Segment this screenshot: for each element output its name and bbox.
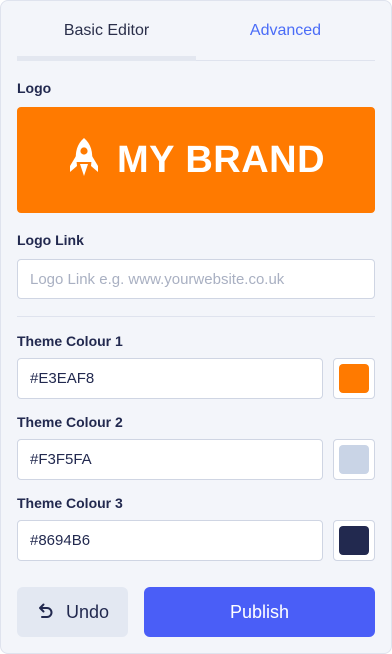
- editor-panel: Basic Editor Advanced Logo MY BRAND Logo…: [0, 0, 392, 654]
- logo-section-label: Logo: [17, 80, 52, 96]
- theme-colour-2-label: Theme Colour 2: [17, 414, 123, 430]
- publish-button[interactable]: Publish: [144, 587, 375, 637]
- theme-colour-2-row: #F3F5FA: [17, 439, 375, 480]
- theme-colour-3-swatch: [339, 526, 369, 555]
- tab-basic-editor[interactable]: Basic Editor: [17, 1, 196, 61]
- logo-link-input[interactable]: [17, 259, 375, 299]
- tab-bar: Basic Editor Advanced: [17, 1, 375, 61]
- theme-colour-1-row: #E3EAF8: [17, 358, 375, 399]
- theme-colour-1-label: Theme Colour 1: [17, 333, 123, 349]
- logo-brand-text: MY BRAND: [116, 138, 326, 181]
- theme-colour-3-input[interactable]: #8694B6: [17, 520, 323, 561]
- theme-colour-2-input[interactable]: #F3F5FA: [17, 439, 323, 480]
- theme-colour-3-row: #8694B6: [17, 520, 375, 561]
- tab-advanced-label: Advanced: [249, 21, 322, 39]
- theme-colour-2-value: #F3F5FA: [30, 451, 92, 468]
- section-divider: [17, 316, 375, 317]
- undo-icon: [36, 601, 54, 624]
- rocket-icon: [67, 136, 101, 185]
- logo-link-label: Logo Link: [17, 232, 84, 248]
- undo-label: Undo: [65, 601, 110, 622]
- theme-colour-3-picker[interactable]: [333, 520, 375, 561]
- theme-colour-1-swatch: [339, 364, 369, 393]
- action-bar: Undo Publish: [17, 587, 375, 637]
- logo-preview[interactable]: MY BRAND: [17, 107, 375, 213]
- theme-colour-2-swatch: [339, 445, 369, 474]
- theme-colour-3-value: #8694B6: [30, 532, 91, 549]
- undo-button[interactable]: Undo: [17, 587, 128, 637]
- tab-basic-editor-label: Basic Editor: [63, 21, 150, 39]
- theme-colour-1-value: #E3EAF8: [30, 370, 95, 387]
- tab-advanced[interactable]: Advanced: [196, 1, 375, 60]
- theme-colour-1-picker[interactable]: [333, 358, 375, 399]
- theme-colour-3-label: Theme Colour 3: [17, 495, 123, 511]
- theme-colour-2-picker[interactable]: [333, 439, 375, 480]
- theme-colour-1-input[interactable]: #E3EAF8: [17, 358, 323, 399]
